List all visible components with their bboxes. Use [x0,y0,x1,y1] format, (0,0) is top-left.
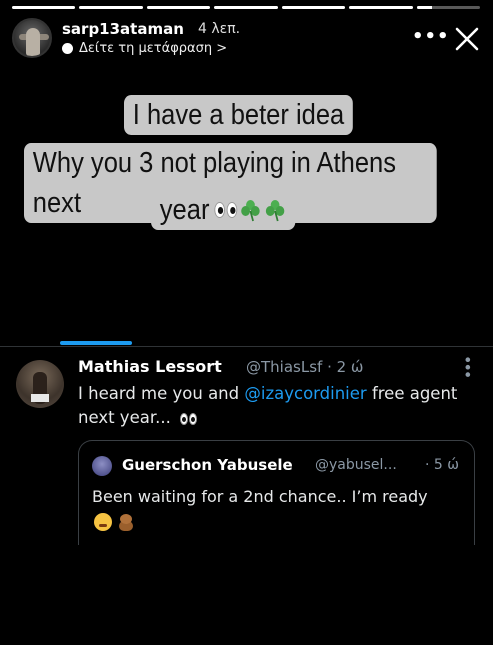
eyes-icon [214,202,238,218]
translate-label: Δείτε τη μετάφραση > [79,41,228,56]
tweet-text: I heard me you and @izaycordinier free a… [78,382,478,430]
frustrated-face-icon [94,513,112,531]
tweet-text-part: I heard me you and [78,384,245,403]
sticker-text-1: I have a beter idea [132,99,345,131]
tweet-handle[interactable]: @ThiasLsf · 2 ώ [246,358,363,376]
story-progress-segment [416,6,480,9]
story-progress-segment [79,6,143,9]
translate-link[interactable]: Δείτε τη μετάφραση > [62,41,227,56]
story-username[interactable]: sarp13ataman [62,20,184,38]
profile-avatar[interactable] [12,18,52,58]
shamrock-icon [241,200,261,222]
eyes-icon [180,413,198,425]
story-progress-segment [12,6,76,9]
tweet-author-name[interactable]: Mathias Lessort [78,357,222,376]
story-progress-segment [146,6,211,9]
quoted-time: · 5 ώ [425,457,459,473]
quoted-handle: @yabusel... [315,457,397,473]
story-progress-segment [349,6,413,9]
quoted-tweet[interactable]: Guerschon Yabusele @yabusel... · 5 ώ Bee… [78,440,475,545]
quoted-avatar [92,456,112,476]
translate-dot-icon [62,43,73,54]
tweet-avatar[interactable] [16,360,64,408]
story-time: 4 λεπ. [198,21,241,37]
divider [0,346,493,347]
story-progress-segment [214,6,278,9]
quoted-emoji [94,513,135,531]
sticker-text-3: year [159,194,210,226]
sticker-line-1: I have a beter idea [124,95,354,135]
more-options-icon[interactable]: ••• [412,26,450,47]
tweet-more-icon[interactable]: ••• [458,355,477,377]
quoted-author-name: Guerschon Yabusele [122,456,293,474]
sticker-line-3: year [151,190,296,230]
shamrock-icon [266,200,285,222]
quoted-text: Been waiting for a 2nd chance.. I’m read… [92,487,428,506]
story-progress-segment [281,6,346,9]
close-icon[interactable] [454,26,480,52]
mention-link[interactable]: @izaycordinier [244,384,366,403]
teddy-bear-icon [117,513,135,531]
story-progress-bar [12,6,480,9]
tab-indicator [60,341,132,345]
